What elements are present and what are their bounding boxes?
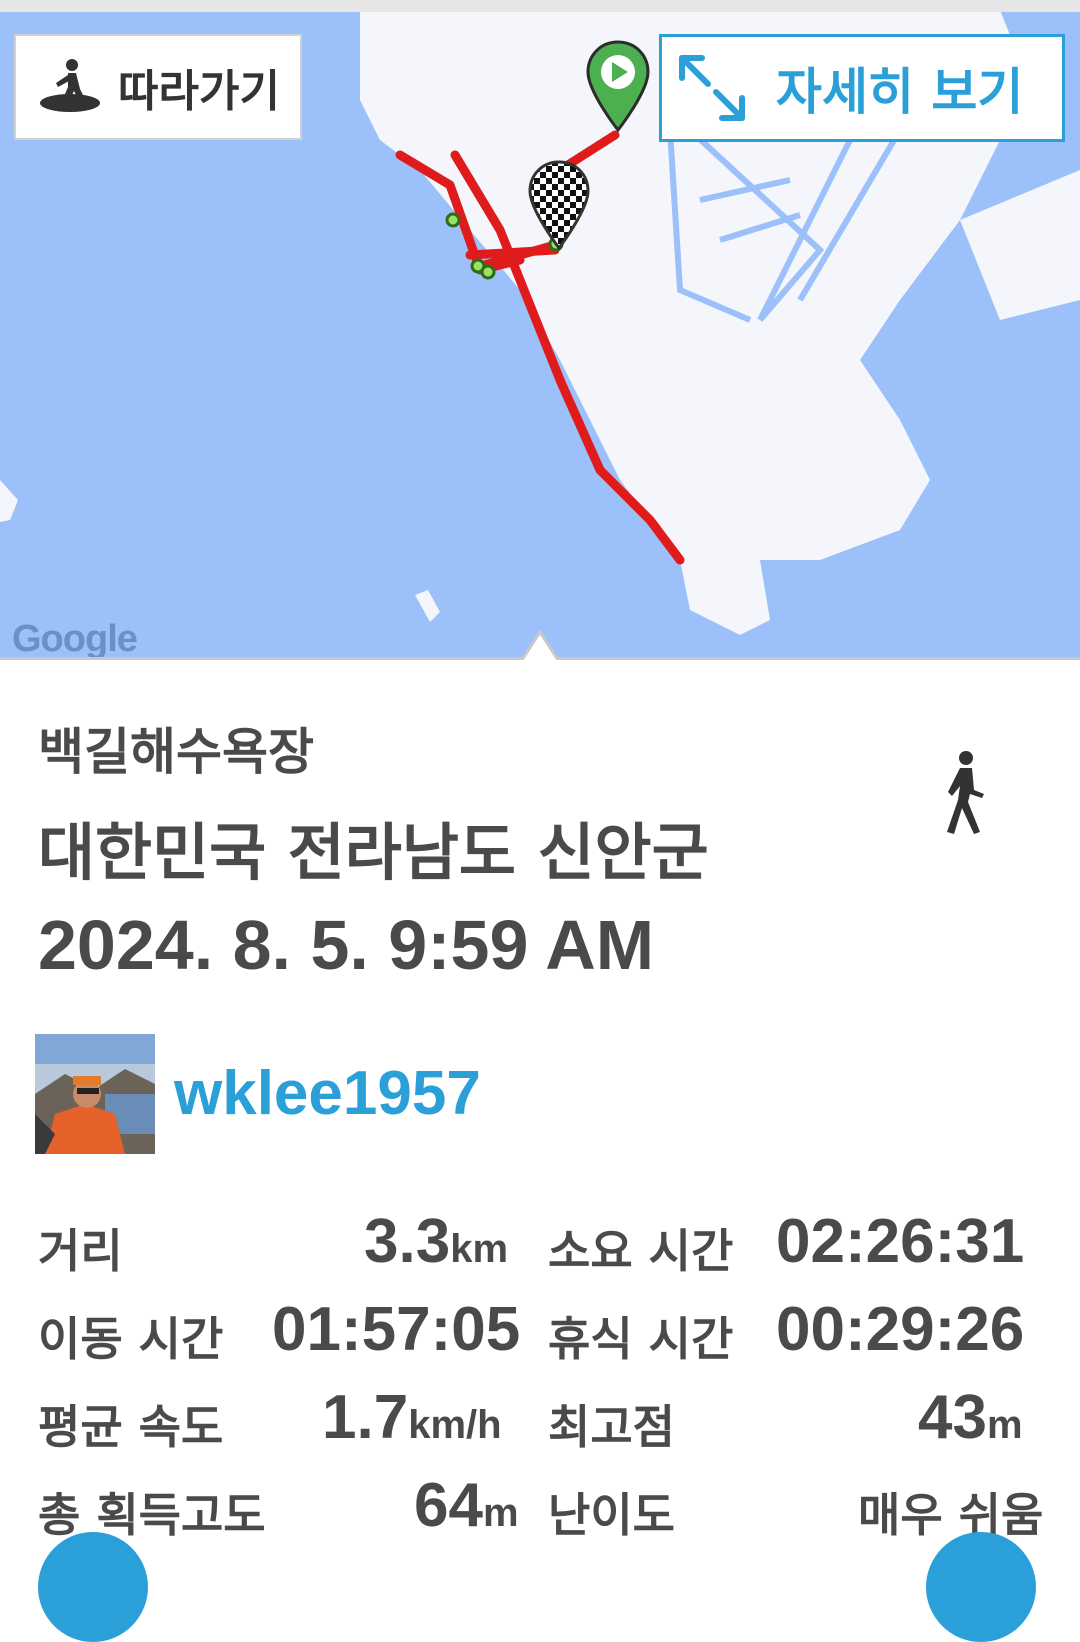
avatar[interactable] — [35, 1034, 155, 1154]
land-west-edge — [0, 480, 18, 522]
rest-time-value: 00:29:26 — [776, 1295, 1025, 1364]
detail-label: 자세히 보기 — [776, 63, 1024, 121]
start-marker-icon — [586, 40, 650, 132]
avg-speed-value-group: 1.7km/h — [322, 1382, 502, 1453]
google-logo: Google — [12, 618, 138, 660]
max-elevation-unit: m — [986, 1403, 1023, 1447]
distance-value-group: 3.3km — [364, 1206, 508, 1277]
follow-label: 따라가기 — [118, 66, 280, 117]
detail-view-button[interactable]: 자세히 보기 — [659, 34, 1065, 142]
region-name: 대한민국 전라남도 신안군 — [38, 816, 709, 889]
prev-button[interactable] — [38, 1532, 148, 1642]
panel-pointer — [522, 630, 558, 660]
total-time-label: 소요 시간 — [548, 1224, 734, 1278]
follow-button[interactable]: 따라가기 — [14, 34, 302, 140]
profile-photo — [35, 1034, 155, 1154]
distance-value: 3.3 — [364, 1207, 451, 1276]
distance-unit: km — [450, 1227, 509, 1271]
rest-time-label: 휴식 시간 — [548, 1312, 734, 1366]
elevation-gain-value: 64 — [414, 1471, 483, 1540]
max-elevation-value: 43 — [918, 1383, 987, 1452]
finish-flag-icon — [528, 160, 590, 250]
avg-speed-value: 1.7 — [322, 1383, 409, 1452]
moving-time-value: 01:57:05 — [272, 1295, 521, 1364]
walking-icon — [947, 751, 984, 834]
expand-arrows-icon — [679, 55, 745, 121]
username-link[interactable]: wklee1957 — [174, 1058, 481, 1129]
difficulty-label: 난이도 — [548, 1488, 675, 1542]
total-time-value: 02:26:31 — [776, 1207, 1025, 1276]
status-strip — [0, 0, 1080, 12]
max-elevation-label: 최고점 — [548, 1400, 675, 1454]
next-button[interactable] — [926, 1532, 1036, 1642]
avg-speed-unit: km/h — [408, 1403, 502, 1447]
elevation-gain-unit: m — [482, 1491, 519, 1535]
hiker-icon — [40, 59, 100, 112]
route-map[interactable]: 따라가기 자세히 보기 Google — [0, 0, 1080, 660]
elevation-gain-value-group: 64m — [414, 1470, 519, 1541]
place-name: 백길해수욕장 — [38, 723, 314, 781]
moving-time-label: 이동 시간 — [38, 1312, 224, 1366]
land-east — [960, 170, 1080, 320]
avg-speed-label: 평균 속도 — [38, 1400, 224, 1454]
land-islet — [415, 590, 440, 622]
difficulty-value: 매우 쉬움 — [858, 1488, 1044, 1542]
trip-datetime: 2024. 8. 5. 9:59 AM — [38, 906, 655, 984]
max-elevation-value-group: 43m — [918, 1382, 1023, 1453]
distance-label: 거리 — [38, 1224, 123, 1278]
